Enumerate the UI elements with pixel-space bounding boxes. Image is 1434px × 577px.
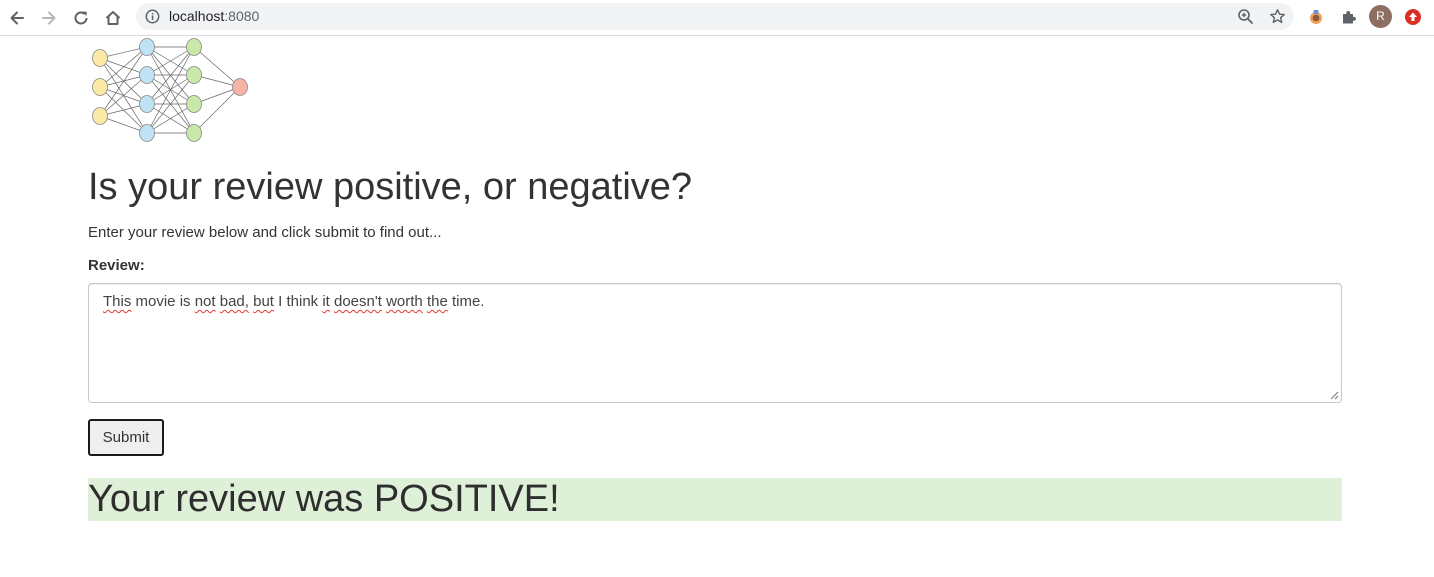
update-icon bbox=[1405, 9, 1421, 25]
review-word: it bbox=[322, 293, 330, 310]
review-word: bad, bbox=[219, 293, 249, 310]
url-port: :8080 bbox=[224, 8, 260, 24]
result-text: Your review was POSITIVE! bbox=[88, 478, 560, 520]
review-word: not bbox=[194, 293, 216, 310]
extension-button[interactable] bbox=[1304, 5, 1328, 29]
extension-icon bbox=[1310, 10, 1322, 24]
forward-arrow-icon bbox=[42, 11, 56, 25]
forward-button[interactable] bbox=[35, 4, 63, 32]
resize-handle-icon[interactable] bbox=[1330, 391, 1339, 400]
review-word: worth bbox=[386, 293, 423, 310]
url-host: localhost bbox=[169, 8, 225, 24]
neural-network-logo bbox=[92, 38, 248, 142]
review-word: the bbox=[426, 293, 448, 310]
extensions-menu-button[interactable] bbox=[1337, 5, 1361, 29]
instructions-text: Enter your review below and click submit… bbox=[88, 224, 442, 241]
review-word: time. bbox=[447, 293, 485, 310]
review-word: movie is bbox=[131, 293, 195, 310]
info-icon[interactable] bbox=[145, 9, 160, 24]
review-word: but bbox=[253, 293, 274, 310]
reload-icon bbox=[74, 11, 88, 25]
back-arrow-icon bbox=[10, 11, 24, 25]
zoom-icon[interactable] bbox=[1237, 8, 1254, 25]
back-button[interactable] bbox=[3, 4, 31, 32]
url-text: localhost:8080 bbox=[169, 8, 259, 24]
reload-button[interactable] bbox=[67, 4, 95, 32]
home-icon bbox=[105, 11, 121, 25]
home-button[interactable] bbox=[99, 4, 127, 32]
review-word: doesn't bbox=[334, 293, 382, 310]
puzzle-icon bbox=[1343, 11, 1356, 24]
review-textarea[interactable]: This movie is not bad, but I think it do… bbox=[88, 283, 1342, 403]
submit-button[interactable]: Submit bbox=[88, 419, 164, 456]
review-word: I think bbox=[273, 293, 323, 310]
review-text: This movie is not bad, but I think it do… bbox=[103, 293, 484, 310]
browser-toolbar: localhost:8080 R bbox=[0, 0, 1434, 36]
review-label: Review: bbox=[88, 257, 145, 274]
star-icon[interactable] bbox=[1269, 8, 1286, 25]
review-word: This bbox=[103, 293, 132, 310]
address-bar[interactable]: localhost:8080 bbox=[136, 3, 1294, 30]
update-button[interactable] bbox=[1401, 5, 1425, 29]
profile-avatar[interactable]: R bbox=[1369, 5, 1392, 28]
page-title: Is your review positive, or negative? bbox=[88, 166, 693, 208]
result-banner: Your review was POSITIVE! bbox=[88, 478, 1342, 521]
